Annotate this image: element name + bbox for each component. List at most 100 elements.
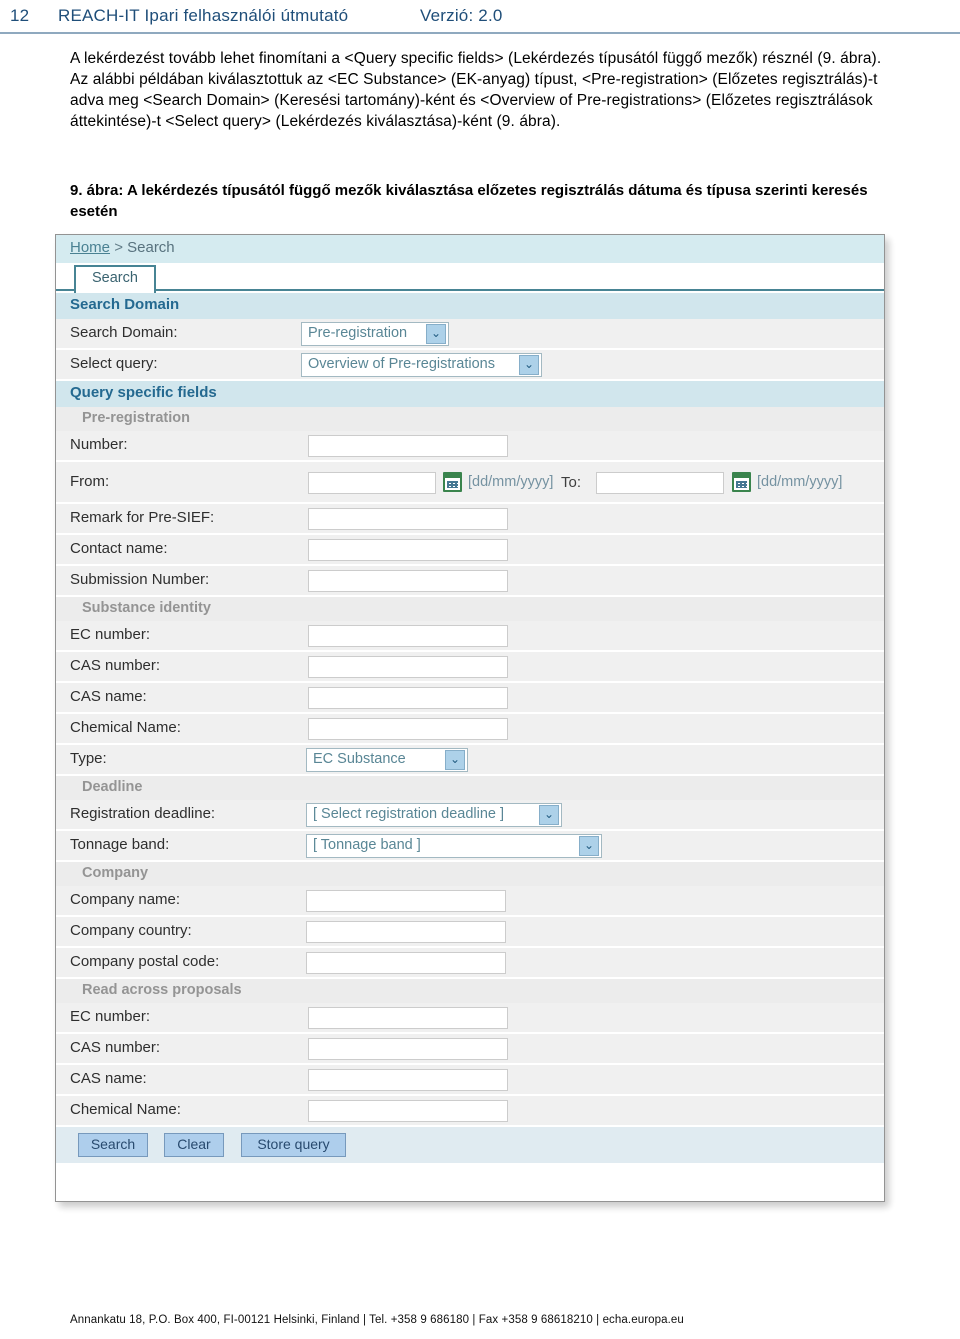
row-cas-name-substance: CAS name: — [56, 683, 884, 714]
row-company-name: Company name: — [56, 886, 884, 917]
search-button[interactable]: Search — [78, 1133, 148, 1157]
input-ec-number-readacross[interactable] — [308, 1007, 508, 1029]
label-chemical-name: Chemical Name: — [70, 1101, 181, 1118]
store-query-button[interactable]: Store query — [241, 1133, 346, 1157]
form-action-bar: Search Clear Store query — [56, 1127, 884, 1163]
label-remark-presief: Remark for Pre-SIEF: — [70, 509, 215, 526]
label-company-name: Company name: — [70, 891, 181, 908]
figure-caption: 9. ábra: A lekérdezés típusától függő me… — [70, 182, 868, 220]
row-tonnage-band: Tonnage band: [ Tonnage band ] ⌄ — [56, 831, 884, 862]
input-company-postal-code[interactable] — [306, 952, 506, 974]
chevron-down-icon[interactable]: ⌄ — [519, 355, 539, 375]
input-to-date[interactable] — [596, 472, 724, 494]
hint-to-date-format: [dd/mm/yyyy] — [757, 474, 843, 490]
document-title: REACH-IT Ipari felhasználói útmutató — [58, 6, 349, 25]
breadcrumb: Home > Search — [56, 235, 884, 263]
label-cas-name: CAS name: — [70, 688, 147, 705]
input-cas-name-substance[interactable] — [308, 687, 508, 709]
chevron-down-icon[interactable]: ⌄ — [445, 750, 465, 770]
breadcrumb-separator: > — [114, 239, 123, 256]
calendar-icon[interactable] — [732, 472, 751, 492]
group-header-substance-identity: Substance identity — [56, 597, 884, 621]
hint-from-date-format: [dd/mm/yyyy] — [468, 474, 554, 490]
row-company-country: Company country: — [56, 917, 884, 948]
input-number[interactable] — [308, 435, 508, 457]
clear-button[interactable]: Clear — [164, 1133, 224, 1157]
input-company-country[interactable] — [306, 921, 506, 943]
row-ec-number-substance: EC number: — [56, 621, 884, 652]
input-cas-number-readacross[interactable] — [308, 1038, 508, 1060]
input-cas-name-readacross[interactable] — [308, 1069, 508, 1091]
label-ec-number: EC number: — [70, 626, 151, 643]
label-ec-number: EC number: — [70, 1008, 151, 1025]
label-to: To: — [561, 474, 582, 491]
calendar-icon[interactable] — [443, 472, 462, 492]
label-contact-name: Contact name: — [70, 540, 168, 557]
page-number: 12 — [10, 6, 30, 25]
breadcrumb-home-link[interactable]: Home — [70, 239, 110, 256]
chevron-down-icon[interactable]: ⌄ — [539, 805, 559, 825]
row-registration-deadline: Registration deadline: [ Select registra… — [56, 800, 884, 831]
select-type[interactable]: EC Substance ⌄ — [306, 748, 468, 772]
label-search-domain: Search Domain: — [70, 324, 178, 341]
row-cas-number-readacross: CAS number: — [56, 1034, 884, 1065]
row-remark-presief: Remark for Pre-SIEF: — [56, 504, 884, 535]
input-contact-name[interactable] — [308, 539, 508, 561]
row-chemical-name-substance: Chemical Name: — [56, 714, 884, 745]
header-divider — [0, 32, 960, 34]
row-chemical-name-readacross: Chemical Name: — [56, 1096, 884, 1127]
select-search-domain-value: Pre-registration — [308, 325, 408, 341]
select-search-domain[interactable]: Pre-registration ⌄ — [301, 322, 449, 346]
select-type-value: EC Substance — [313, 751, 406, 767]
label-cas-number: CAS number: — [70, 1039, 161, 1056]
tab-search[interactable]: Search — [74, 265, 156, 293]
group-header-pre-registration: Pre-registration — [56, 407, 884, 431]
chevron-down-icon[interactable]: ⌄ — [426, 324, 446, 344]
group-header-read-across-proposals: Read across proposals — [56, 979, 884, 1003]
page-header: 12 REACH-IT Ipari felhasználói útmutató … — [0, 0, 960, 34]
tab-strip: Search — [56, 263, 884, 293]
row-select-query: Select query: Overview of Pre-registrati… — [56, 350, 884, 381]
label-select-query: Select query: — [70, 355, 158, 372]
input-ec-number-substance[interactable] — [308, 625, 508, 647]
row-company-postal-code: Company postal code: — [56, 948, 884, 979]
input-chemical-name-substance[interactable] — [308, 718, 508, 740]
label-company-postal-code: Company postal code: — [70, 953, 220, 970]
group-header-deadline: Deadline — [56, 776, 884, 800]
document-version: Verzió: 2.0 — [420, 6, 503, 25]
row-contact-name: Contact name: — [56, 535, 884, 566]
reachit-search-screenshot: Home > Search Search Search Domain Searc… — [55, 234, 885, 1202]
label-submission-number: Submission Number: — [70, 571, 210, 588]
row-submission-number: Submission Number: — [56, 566, 884, 597]
label-number: Number: — [70, 436, 128, 453]
row-cas-name-readacross: CAS name: — [56, 1065, 884, 1096]
select-registration-deadline[interactable]: [ Select registration deadline ] ⌄ — [306, 803, 562, 827]
select-registration-deadline-value: [ Select registration deadline ] — [313, 806, 505, 822]
input-company-name[interactable] — [306, 890, 506, 912]
select-query-value: Overview of Pre-registrations — [308, 356, 495, 372]
label-registration-deadline: Registration deadline: — [70, 805, 216, 822]
select-tonnage-band[interactable]: [ Tonnage band ] ⌄ — [306, 834, 602, 858]
row-search-domain: Search Domain: Pre-registration ⌄ — [56, 319, 884, 350]
label-cas-number: CAS number: — [70, 657, 161, 674]
input-from-date[interactable] — [308, 472, 436, 494]
label-tonnage-band: Tonnage band: — [70, 836, 170, 853]
row-type: Type: EC Substance ⌄ — [56, 745, 884, 776]
section-header-query-specific-fields: Query specific fields — [56, 381, 884, 407]
label-company-country: Company country: — [70, 922, 192, 939]
group-header-company: Company — [56, 862, 884, 886]
row-ec-number-readacross: EC number: — [56, 1003, 884, 1034]
chevron-down-icon[interactable]: ⌄ — [579, 836, 599, 856]
label-chemical-name: Chemical Name: — [70, 719, 181, 736]
input-cas-number-substance[interactable] — [308, 656, 508, 678]
row-cas-number-substance: CAS number: — [56, 652, 884, 683]
input-submission-number[interactable] — [308, 570, 508, 592]
select-tonnage-band-value: [ Tonnage band ] — [313, 837, 421, 853]
label-cas-name: CAS name: — [70, 1070, 147, 1087]
breadcrumb-current: Search — [127, 239, 175, 256]
section-header-search-domain: Search Domain — [56, 293, 884, 319]
input-remark-presief[interactable] — [308, 508, 508, 530]
input-chemical-name-readacross[interactable] — [308, 1100, 508, 1122]
select-query[interactable]: Overview of Pre-registrations ⌄ — [301, 353, 542, 377]
row-from-to: From: [dd/mm/yyyy] To: [dd/mm/yyyy] — [56, 462, 884, 504]
